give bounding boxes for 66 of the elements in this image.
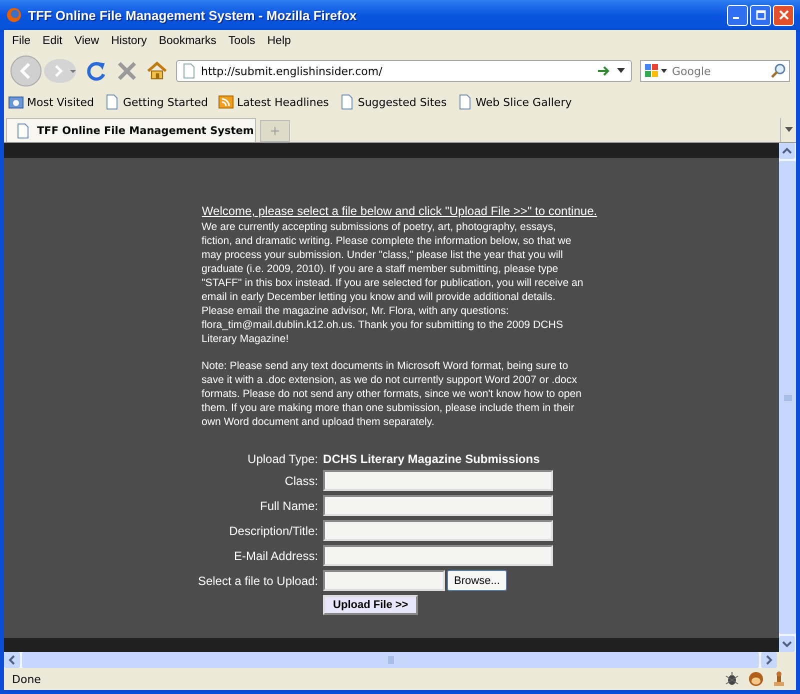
page-icon: [338, 94, 355, 110]
home-icon[interactable]: [146, 60, 168, 82]
text-field[interactable]: [323, 520, 554, 541]
minimize-icon: [733, 17, 739, 19]
menu-item[interactable]: History: [107, 35, 151, 47]
close-button[interactable]: [773, 4, 794, 26]
bookmark-link[interactable]: Getting Started: [122, 96, 208, 108]
feed-icon: [218, 94, 234, 110]
field-label: Class:: [284, 474, 318, 488]
stop-icon[interactable]: [116, 60, 138, 82]
search-engine-icon[interactable]: [644, 63, 668, 79]
welcome-heading: Welcome, please select a file below and click "Upload File >>" to continue.: [202, 204, 598, 218]
scroll-left-button[interactable]: [4, 652, 20, 668]
minimize-button[interactable]: [727, 4, 748, 26]
menu-item[interactable]: File: [8, 35, 35, 47]
scroll-down-button[interactable]: [779, 636, 795, 652]
address-bar[interactable]: http://submit.englishinsider.com/: [176, 60, 632, 82]
tab-title: TFF Online File Management System: [37, 124, 254, 136]
menu-item[interactable]: Edit: [38, 35, 66, 47]
grip-icon: [784, 394, 792, 402]
field-label: E-Mail Address:: [233, 548, 318, 562]
field-label: Upload Type:: [246, 452, 318, 466]
firefox-icon: [6, 7, 22, 23]
menu-item[interactable]: Bookmarks: [154, 35, 220, 47]
text-field[interactable]: [323, 470, 554, 491]
search-box[interactable]: Google: [640, 60, 790, 82]
tab-list-button[interactable]: [780, 118, 796, 142]
upload-file-button[interactable]: Upload File >>: [323, 595, 418, 615]
field-label: Select a file to Upload:: [198, 574, 318, 588]
bookmark-link[interactable]: Suggested Sites: [358, 96, 447, 108]
menu-item[interactable]: Help: [263, 35, 295, 47]
bookmark-link[interactable]: Latest Headlines: [237, 96, 329, 108]
menu-item[interactable]: View: [70, 35, 104, 47]
field-label: Description/Title:: [228, 524, 318, 538]
info-paragraph: Note: Please send any text documents in Microsoft Word format, being sure to save it with a .doc extension, as we do not currently support Word 2007 or .docx formats. Please do not send any other formats, since we won't know how to open them. If you are making more than one submission, please include them in their own Word document and upload them separately.: [202, 359, 583, 429]
browse-button[interactable]: Browse...: [447, 570, 507, 591]
scroll-thumb[interactable]: [22, 652, 759, 668]
text-field[interactable]: [323, 495, 554, 516]
bookmark-link[interactable]: Most Visited: [27, 96, 94, 108]
caret-icon: [784, 127, 792, 133]
browser-tab[interactable]: TFF Online File Management System: [6, 118, 256, 142]
scroll-up-button[interactable]: [779, 143, 795, 159]
page-icon: [15, 122, 31, 138]
text-field[interactable]: [323, 545, 554, 566]
field-label: Full Name:: [259, 498, 318, 512]
scroll-thumb[interactable]: [779, 161, 796, 634]
page-icon: [456, 94, 473, 110]
search-icon[interactable]: [770, 63, 786, 79]
window-title: TFF Online File Management System - Mozilla Firefox: [28, 8, 358, 22]
upload-type-value: DCHS Literary Magazine Submissions: [323, 452, 541, 466]
grip-icon: [386, 656, 394, 664]
bug-icon[interactable]: [724, 671, 740, 687]
close-icon: [778, 10, 788, 20]
reload-icon[interactable]: [86, 60, 108, 82]
maximize-icon: [756, 10, 766, 20]
bookmark-link[interactable]: Web Slice Gallery: [476, 96, 572, 108]
status-text: Done: [12, 672, 41, 686]
plus-icon: [270, 126, 280, 136]
menu-item[interactable]: Tools: [224, 35, 260, 47]
info-paragraph: We are currently accepting submissions of poetry, art, photography, essays, fiction, and dramatic writing. Please complete the information below, so that we may process your submission. Under "class," please list the year that you will graduate (i.e. 2009, 2010). If you are a staff member submitting, please type "STAFF" in this box instead. If you are selected for publication, you will receive an email in early December letting you know and will provide additional details. Please email the magazine advisor, Mr. Flora, with any questions: flora_tim@mail.dublin.k12.oh.us. Thank you for submitting to the 2009 DCHS Literary Magazine!: [202, 220, 584, 346]
maximize-button[interactable]: [750, 4, 771, 26]
scroll-right-button[interactable]: [761, 652, 777, 668]
folder-icon: [8, 94, 24, 110]
page-icon: [104, 94, 120, 110]
back-forward-buttons[interactable]: [8, 55, 78, 87]
file-path-field[interactable]: [323, 570, 446, 591]
